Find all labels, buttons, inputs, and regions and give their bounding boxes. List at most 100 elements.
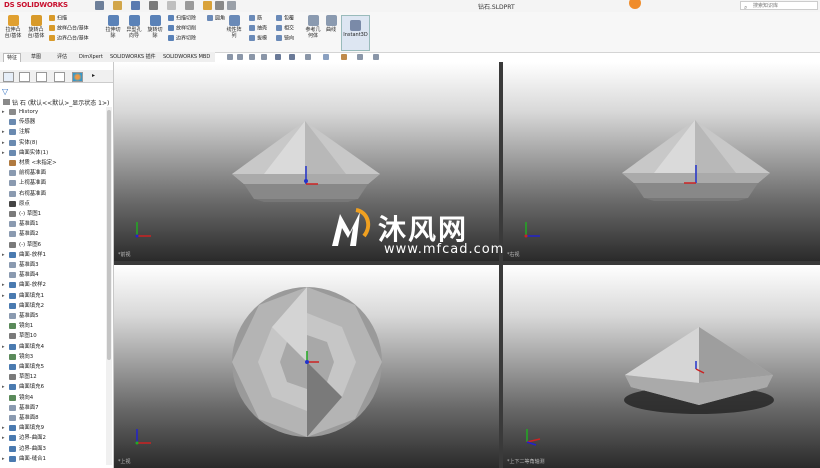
boundary-cut-button[interactable]: 边界切除 [168,35,196,43]
expand-arrow-icon[interactable]: ▸ [2,423,5,433]
zoom-to-fit-icon[interactable] [227,54,233,60]
extrude-boss-button[interactable]: 拉伸凸 台/基体 [2,15,24,39]
expand-arrow-icon[interactable]: ▸ [2,291,5,301]
select-icon[interactable] [185,1,194,10]
tree-item[interactable]: ▸ History [0,107,106,117]
options-gear-icon[interactable] [227,1,236,10]
edit-appearance-icon[interactable] [323,54,329,60]
tree-root-part[interactable]: 钻 石 (默认<<默认>_显示状态 1>) [3,98,109,107]
hole-wizard-button[interactable]: 异型孔 向导 [124,15,144,39]
open-icon[interactable] [113,1,122,10]
filter-icon[interactable]: ▽ [2,87,8,96]
tree-item[interactable]: ▸ 注解 [0,127,106,137]
expand-arrow-icon[interactable]: ▸ [2,454,5,464]
tree-item[interactable]: 基准面3 [0,260,106,270]
linear-pattern-button[interactable]: 线性阵 列 [224,15,244,39]
fillet-button[interactable]: 圆角 [207,15,225,23]
tree-item[interactable]: ▸ 曲面-放样1 [0,250,106,260]
view-orientation-icon[interactable] [275,54,281,60]
sweep-button[interactable]: 扫描 [49,15,67,23]
save-icon[interactable] [131,1,140,10]
expand-arrow-icon[interactable]: ▸ [2,433,5,443]
revolve-cut-button[interactable]: 旋转切 除 [145,15,165,39]
tree-item[interactable]: ▸ 曲面填充1 [0,291,106,301]
loft-boss-button[interactable]: 放样凸台/基体 [49,25,89,33]
expand-arrow-icon[interactable]: ▸ [2,342,5,352]
tree-item[interactable]: ▸ 曲面填充9 [0,423,106,433]
revolve-boss-button[interactable]: 旋转凸 台/基体 [25,15,47,39]
view-settings-icon[interactable] [357,54,363,60]
tab-evaluate[interactable]: 评估 [54,53,70,62]
new-document-icon[interactable] [95,1,104,10]
reference-geometry-button[interactable]: 参考几 何体 [303,15,323,39]
tree-item[interactable]: 基准面7 [0,403,106,413]
tree-item[interactable]: 基准面8 [0,413,106,423]
tree-item[interactable]: 镜向3 [0,352,106,362]
tree-item[interactable]: 基准面4 [0,270,106,280]
tree-scroll-thumb[interactable] [107,110,111,360]
mirror-button[interactable]: 镜向 [276,35,294,43]
section-view-icon[interactable] [261,54,267,60]
tree-item[interactable]: 前视基准面 [0,168,106,178]
expand-arrow-icon[interactable]: ▸ [2,280,5,290]
tree-item[interactable]: 草图12 [0,372,106,382]
expand-panel-arrow-icon[interactable]: ▸ [92,72,101,80]
previous-view-icon[interactable] [249,54,255,60]
tree-item[interactable]: 基准面2 [0,229,106,239]
curves-button[interactable]: 曲线 [322,15,340,33]
tree-item[interactable]: 镜向4 [0,393,106,403]
tree-item[interactable]: 材质 <未指定> [0,158,106,168]
rebuild-icon[interactable] [203,1,212,10]
tree-item[interactable]: ▸ 曲面-放样2 [0,280,106,290]
tree-item[interactable]: 曲面填充2 [0,301,106,311]
file-properties-icon[interactable] [215,1,224,10]
swept-cut-button[interactable]: 扫描切除 [168,15,196,23]
zoom-area-icon[interactable] [237,54,243,60]
tree-item[interactable]: 传感器 [0,117,106,127]
expand-arrow-icon[interactable]: ▸ [2,127,5,137]
tree-item[interactable]: 基准面1 [0,219,106,229]
expand-arrow-icon[interactable]: ▸ [2,107,5,117]
tab-sketch[interactable]: 草图 [28,53,44,62]
viewport-horizontal-splitter[interactable] [114,261,820,265]
display-style-icon[interactable] [289,54,295,60]
tab-dimxpert[interactable]: DimXpert [76,53,106,62]
viewport-right[interactable]: *右视 [503,62,820,261]
hide-show-items-icon[interactable] [305,54,311,60]
tree-item[interactable]: 基准面5 [0,311,106,321]
boundary-boss-button[interactable]: 边界凸台/基体 [49,35,89,43]
tree-item[interactable]: 原点 [0,199,106,209]
solidworks-logo[interactable]: DS SOLIDWORKS [4,1,68,9]
viewport-isometric[interactable]: *上下二等角轴测 [503,265,820,468]
viewport-top[interactable]: *上视 [114,265,499,468]
tree-item[interactable]: 右视基准面 [0,189,106,199]
lofted-cut-button[interactable]: 放样切削 [168,25,196,33]
tab-addins[interactable]: SOLIDWORKS 插件 [107,53,159,62]
instant3d-button[interactable]: Instant3D [341,15,370,51]
tree-item[interactable]: 边界-曲面3 [0,444,106,454]
property-manager-tab-icon[interactable] [19,72,30,82]
tree-item[interactable]: (-) 草图1 [0,209,106,219]
feature-tree-tab-icon[interactable] [3,72,14,82]
search-input[interactable]: ⌕ 搜索知识库 [740,1,818,11]
tree-item[interactable]: ▸ 曲面填充6 [0,382,106,392]
tree-item[interactable]: 上视基准面 [0,178,106,188]
expand-arrow-icon[interactable]: ▸ [2,382,5,392]
draft-button[interactable]: 拔模 [249,35,267,43]
tree-item[interactable]: ▸ 曲面-缝合1 [0,454,106,464]
dimxpert-manager-tab-icon[interactable] [54,72,65,82]
shell-button[interactable]: 抽壳 [249,25,267,33]
tree-item[interactable]: 草图10 [0,331,106,341]
rib-button[interactable]: 筋 [249,15,262,23]
display-pane-icon[interactable] [373,54,379,60]
tree-item[interactable]: ▸ 边界-曲面2 [0,433,106,443]
apply-scene-icon[interactable] [341,54,347,60]
tab-mbd[interactable]: SOLIDWORKS MBD [160,53,213,62]
tree-item[interactable]: ▸ 曲面实体(1) [0,148,106,158]
tree-item[interactable]: 镜向1 [0,321,106,331]
tree-item[interactable]: ▸ 曲面填充4 [0,342,106,352]
configuration-manager-tab-icon[interactable] [36,72,47,82]
expand-arrow-icon[interactable]: ▸ [2,148,5,158]
undo-icon[interactable] [167,1,176,10]
intersect-button[interactable]: 相交 [276,25,294,33]
